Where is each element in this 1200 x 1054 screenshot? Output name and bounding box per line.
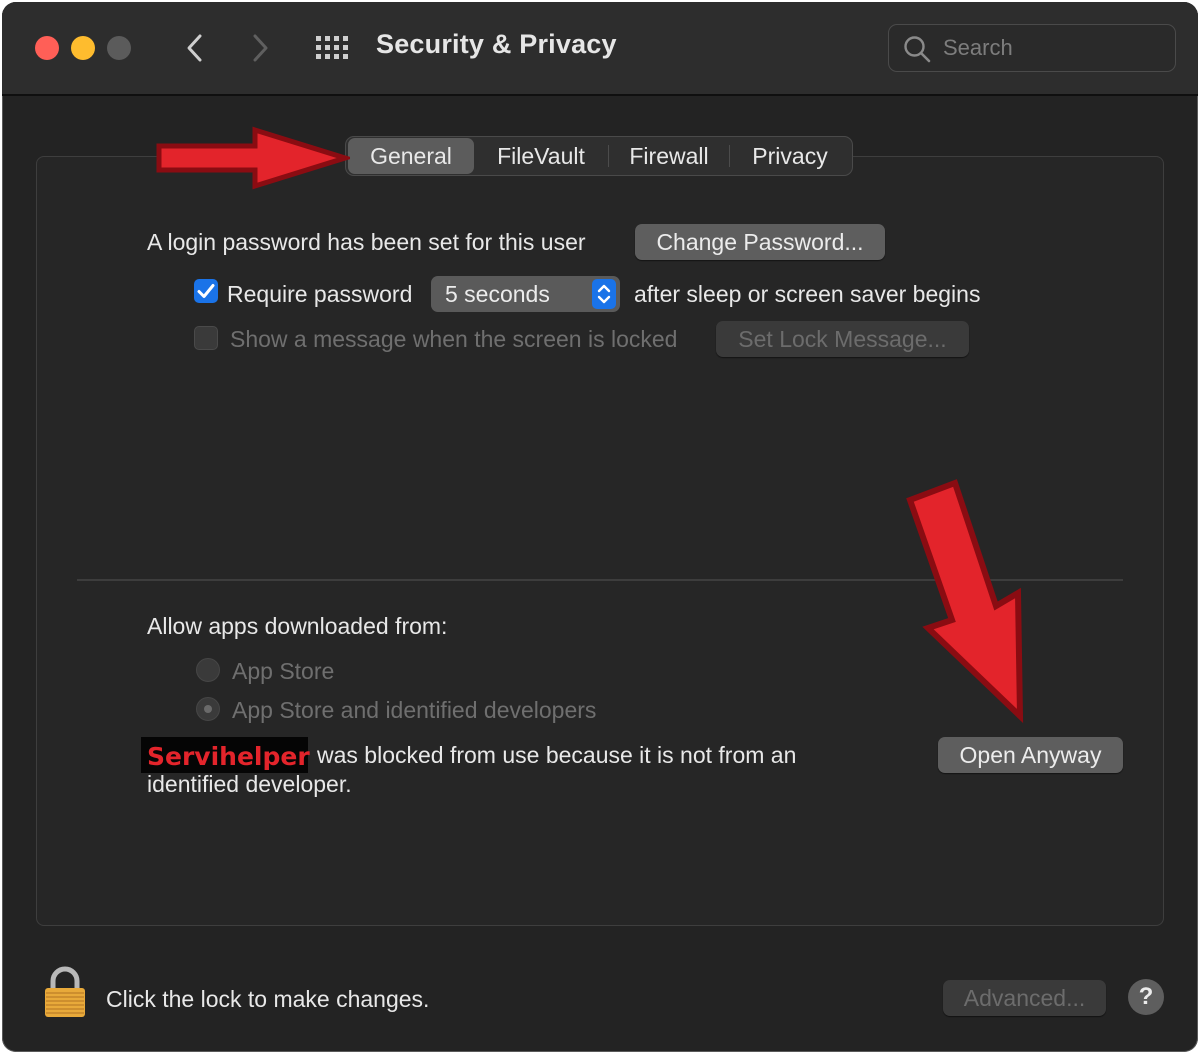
padlock-icon[interactable] <box>42 966 88 1018</box>
radio-app-store-label: App Store <box>232 658 335 684</box>
radio-identified-developers-label: App Store and identified developers <box>232 697 597 723</box>
radio-identified-developers[interactable] <box>196 697 220 721</box>
blocked-message-line1: was blocked from use because it is not f… <box>317 742 797 768</box>
show-all-grid-icon[interactable] <box>316 36 350 60</box>
search-icon <box>904 36 931 63</box>
minimize-window-button[interactable] <box>71 36 95 60</box>
tab-general[interactable]: General <box>348 138 474 174</box>
chevron-left-icon <box>187 34 202 62</box>
search-input[interactable] <box>943 33 1163 63</box>
password-delay-value: 5 seconds <box>445 281 550 307</box>
title-bar: Security & Privacy <box>2 2 1198 96</box>
lock-message-checkbox[interactable] <box>194 326 218 350</box>
window-title: Security & Privacy <box>376 29 617 59</box>
radio-app-store[interactable] <box>196 658 220 682</box>
lock-instruction-text: Click the lock to make changes. <box>106 986 430 1012</box>
tab-firewall[interactable]: Firewall <box>609 138 729 174</box>
password-delay-popup[interactable]: 5 seconds <box>431 276 620 312</box>
zoom-window-button[interactable] <box>107 36 131 60</box>
chevron-right-icon <box>253 34 268 62</box>
checkmark-icon <box>197 284 215 298</box>
password-delay-suffix: after sleep or screen saver begins <box>634 281 981 307</box>
require-password-checkbox[interactable] <box>194 279 218 303</box>
change-password-button[interactable]: Change Password... <box>635 224 885 260</box>
close-window-button[interactable] <box>35 36 59 60</box>
popup-stepper-icon <box>592 279 616 309</box>
blocked-app-name: Servihelper <box>141 737 310 773</box>
annotation-arrow-down-icon <box>906 479 1024 724</box>
blocked-message-line2: identified developer. <box>147 771 352 797</box>
lock-message-label: Show a message when the screen is locked <box>230 326 678 352</box>
set-lock-message-button[interactable]: Set Lock Message... <box>716 321 969 357</box>
tab-filevault[interactable]: FileVault <box>474 138 608 174</box>
help-button[interactable]: ? <box>1128 979 1164 1015</box>
search-field[interactable] <box>888 24 1176 72</box>
tab-privacy[interactable]: Privacy <box>730 138 850 174</box>
forward-button[interactable] <box>245 30 275 66</box>
radio-selected-dot <box>204 705 212 713</box>
require-password-label: Require password <box>227 281 413 307</box>
annotation-arrow-right-icon <box>156 126 350 190</box>
advanced-button[interactable]: Advanced... <box>943 980 1106 1016</box>
back-button[interactable] <box>180 30 210 66</box>
login-password-text: A login password has been set for this u… <box>147 229 586 255</box>
allow-apps-heading: Allow apps downloaded from: <box>147 613 448 639</box>
open-anyway-button[interactable]: Open Anyway <box>938 737 1123 773</box>
tab-bar: General FileVault Firewall Privacy <box>345 136 853 176</box>
